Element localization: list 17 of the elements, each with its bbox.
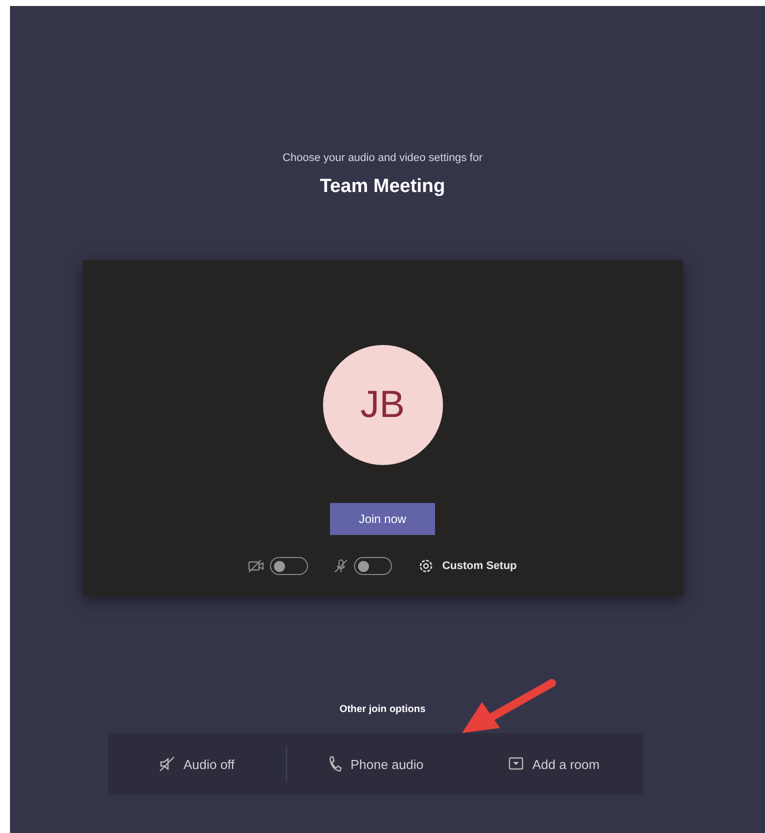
mic-off-icon: [334, 559, 348, 573]
settings-icon: [418, 558, 434, 574]
room-icon: [508, 756, 524, 772]
speaker-off-icon: [159, 756, 176, 772]
phone-icon: [328, 756, 342, 772]
join-option-button[interactable]: Add a room: [465, 748, 643, 780]
other-join-options-label: Other join options: [339, 704, 426, 715]
join-option-button[interactable]: Phone audio: [287, 748, 465, 780]
toggle-switch[interactable]: [354, 557, 392, 575]
meeting-title: Team Meeting: [320, 176, 446, 198]
join-option-button[interactable]: Audio off: [108, 748, 286, 780]
toggle-switch[interactable]: [270, 557, 308, 575]
join-now-button[interactable]: Join now: [330, 503, 435, 535]
camera-off-icon: [248, 559, 264, 573]
avatar: JB: [322, 345, 442, 465]
subtitle: Choose your audio and video settings for: [282, 152, 482, 164]
custom-setup-button[interactable]: Custom Setup: [418, 558, 517, 574]
